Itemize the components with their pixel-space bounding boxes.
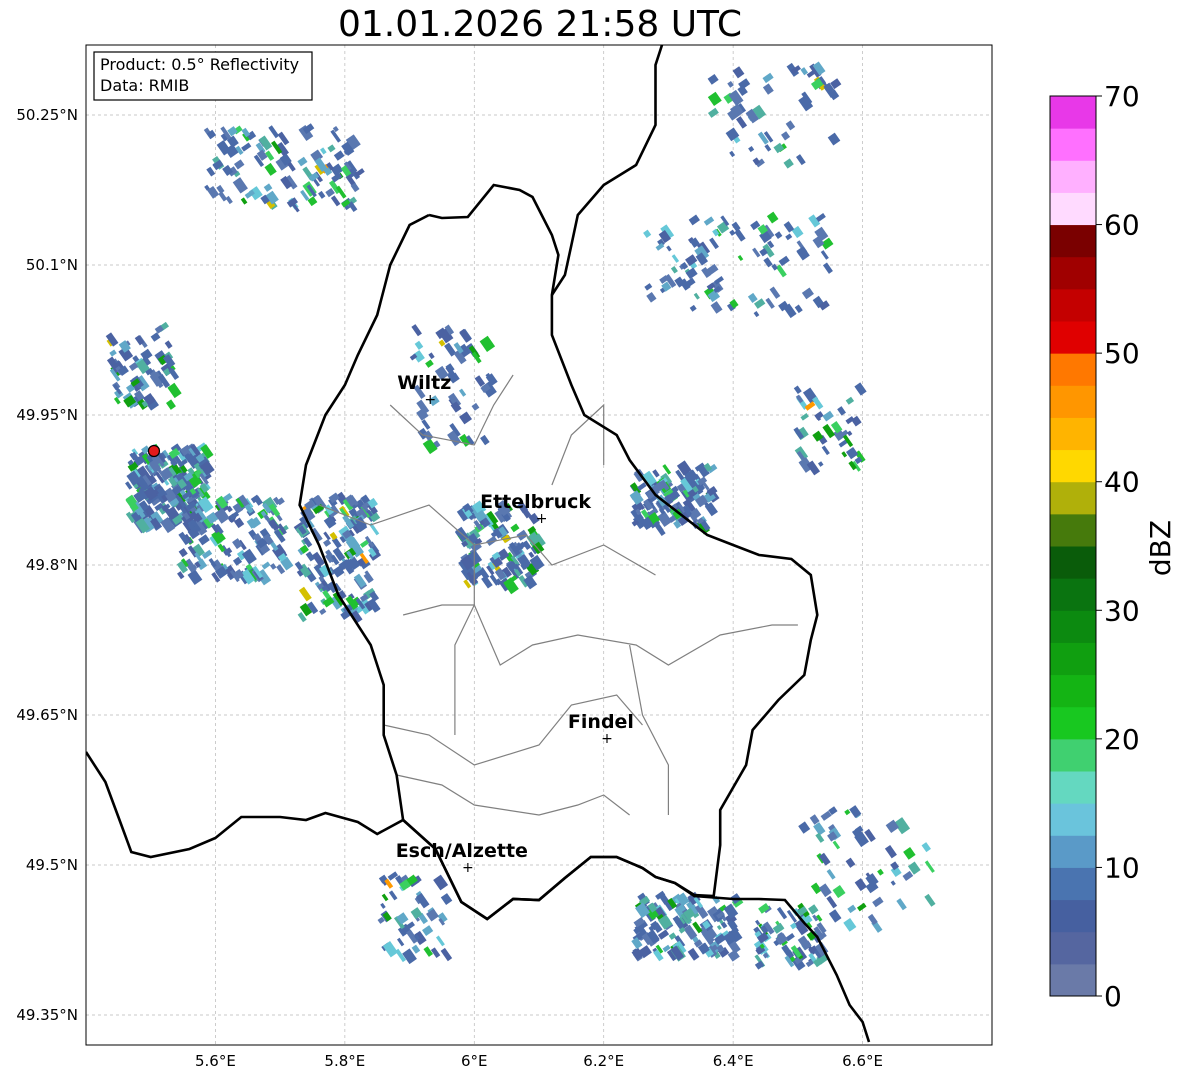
city-label: Ettelbruck (480, 491, 591, 513)
colorbar-segment (1050, 738, 1096, 772)
colorbar-segment (1050, 963, 1096, 997)
lon-tick-label: 5.8°E (324, 1052, 365, 1070)
colorbar-segment (1050, 642, 1096, 676)
colorbar-segment (1050, 224, 1096, 258)
longitude-labels: 5.6°E 5.8°E 6°E 6.2°E 6.4°E 6.6°E (195, 1052, 883, 1070)
lat-tick-label: 50.1°N (26, 256, 78, 274)
colorbar-segment (1050, 160, 1096, 193)
colorbar-segment (1050, 481, 1096, 515)
city-marker: + (462, 860, 474, 876)
colorbar-tick-label: 0 (1104, 980, 1122, 1013)
colorbar-tick-label: 70 (1104, 80, 1140, 113)
lat-tick-label: 49.95°N (16, 406, 78, 424)
colorbar-segment (1050, 96, 1096, 129)
colorbar-tick-label: 30 (1104, 594, 1140, 627)
city-label: Findel (568, 711, 634, 733)
lon-tick-label: 6.4°E (713, 1052, 754, 1070)
lon-tick-label: 6.6°E (842, 1052, 883, 1070)
colorbar-segment (1050, 610, 1096, 643)
colorbar-segment (1050, 256, 1096, 290)
colorbar-label: dBZ (1144, 520, 1177, 576)
radar-map-figure: +Wiltz+Ettelbruck+Findel+Esch/Alzette 50… (16, 44, 1177, 1070)
colorbar-tick-label: 20 (1104, 723, 1140, 756)
city-marker: + (424, 392, 436, 408)
info-data-source: Data: RMIB (100, 76, 189, 95)
colorbar-segment (1050, 128, 1096, 161)
lat-tick-label: 49.8°N (26, 556, 78, 574)
city-marker: + (536, 511, 548, 527)
latitude-labels: 50.25°N 50.1°N 49.95°N 49.8°N 49.65°N 49.5°N 4… (16, 106, 78, 1024)
lon-tick-label: 6.2°E (583, 1052, 624, 1070)
colorbar-segment (1050, 867, 1096, 901)
city-label: Wiltz (397, 372, 451, 394)
colorbar-tick-label: 10 (1104, 851, 1140, 884)
colorbar-segment (1050, 513, 1096, 547)
colorbar-segment (1050, 321, 1096, 354)
city-label: Esch/Alzette (396, 840, 528, 862)
colorbar-segment (1050, 674, 1096, 708)
colorbar-segment (1050, 931, 1096, 965)
colorbar-segment (1050, 546, 1096, 579)
city-marker: + (601, 731, 613, 747)
lat-tick-label: 49.65°N (16, 706, 78, 724)
colorbar-segment (1050, 578, 1096, 611)
lat-tick-label: 50.25°N (16, 106, 78, 124)
colorbar-segment (1050, 449, 1096, 483)
colorbar-segment (1050, 803, 1096, 836)
colorbar-tick-label: 50 (1104, 337, 1140, 370)
colorbar-segment (1050, 835, 1096, 868)
colorbar-segment (1050, 771, 1096, 804)
info-box: Product: 0.5° Reflectivity Data: RMIB (93, 51, 313, 101)
info-product: Product: 0.5° Reflectivity (100, 55, 299, 74)
colorbar-segment (1050, 417, 1096, 451)
colorbar-segment (1050, 288, 1096, 322)
lon-tick-label: 5.6°E (195, 1052, 236, 1070)
lon-tick-label: 6°E (461, 1052, 488, 1070)
lat-tick-label: 49.5°N (26, 856, 78, 874)
lat-tick-label: 49.35°N (16, 1006, 78, 1024)
colorbar-ticks: 0 10 20 30 40 50 60 70 (1096, 80, 1140, 1013)
colorbar (1049, 95, 1097, 997)
colorbar-tick-label: 40 (1104, 466, 1140, 499)
radar-site-marker[interactable] (147, 444, 161, 458)
colorbar-segment (1050, 192, 1096, 226)
colorbar-segment (1050, 353, 1096, 386)
colorbar-tick-label: 60 (1104, 209, 1140, 242)
radar-site (147, 444, 161, 458)
colorbar-segment (1050, 899, 1096, 933)
colorbar-segment (1050, 706, 1096, 740)
colorbar-segment (1050, 385, 1096, 418)
